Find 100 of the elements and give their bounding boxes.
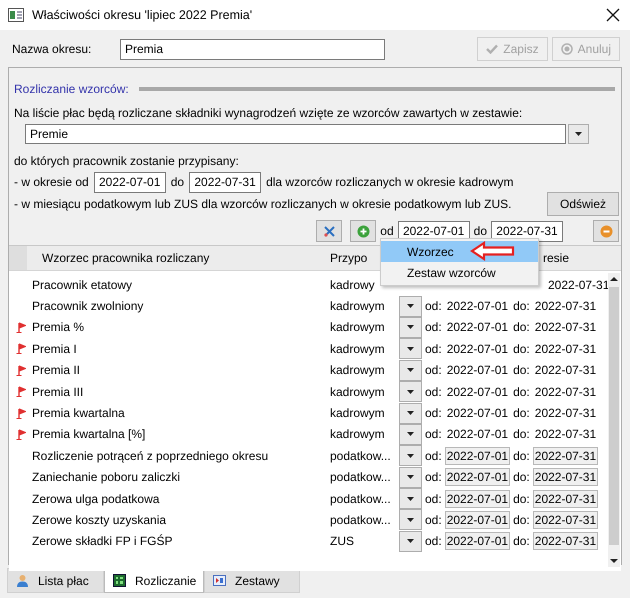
table-cell-text: 2022-07-01 — [446, 340, 510, 358]
date-label: do: — [513, 448, 530, 463]
caret-icon — [407, 411, 414, 416]
table-cell-text: Zerowe składki FP i FGŚP — [32, 534, 174, 548]
table-cell-text: 2022-07-31 — [547, 276, 610, 294]
date-label: od: — [425, 512, 442, 527]
dropdown-button[interactable] — [399, 381, 422, 402]
date-field[interactable]: 2022-07-31 — [491, 220, 563, 242]
close-icon[interactable] — [606, 8, 620, 22]
date-field[interactable]: 2022-07-01 — [444, 446, 510, 465]
dropdown-button[interactable] — [399, 424, 422, 445]
date-label: od: — [425, 299, 442, 314]
tools-button[interactable] — [316, 220, 342, 242]
dropdown-button[interactable] — [568, 124, 589, 144]
table-cell-text: Zaniechanie poboru zaliczki — [32, 470, 182, 484]
scroll-down-icon[interactable] — [610, 558, 618, 564]
date-label: od: — [425, 534, 442, 548]
window-title: Właściwości okresu 'lipiec 2022 Premia' — [32, 8, 254, 22]
info-text: do których pracownik zostanie przypisany: — [14, 154, 240, 168]
table-cell-text: 2022-07-01 — [446, 319, 510, 336]
date-label: do: — [513, 427, 530, 442]
table-cell-text: 2022-07-01 — [446, 405, 510, 422]
table-cell-text: 2022-07-01 — [446, 298, 510, 316]
table-cell-text: ZUS — [330, 534, 355, 548]
scroll-up-icon[interactable] — [610, 276, 618, 282]
date-field[interactable]: 2022-07-01 — [444, 510, 510, 529]
date-label: od: — [425, 406, 442, 420]
caret-icon — [407, 496, 414, 501]
table-cell-text: Zerowe koszty uzyskania — [32, 512, 168, 527]
grid-icon — [113, 574, 126, 587]
table-cell-text: kadrowy — [330, 278, 376, 292]
dropdown-button[interactable] — [399, 445, 422, 466]
refresh-button[interactable]: Odśwież — [546, 192, 619, 216]
info-text: dla wzorców rozliczanych w okresie kadrowym — [266, 175, 514, 189]
table-cell-text: kadrowym — [330, 427, 386, 442]
date-field[interactable]: 2022-07-31 — [532, 468, 598, 486]
table-cell-text: podatkow... — [330, 470, 392, 484]
column-header: resie — [542, 251, 569, 265]
date-label: do: — [513, 470, 530, 484]
table-cell-text: podatkow... — [330, 448, 392, 463]
date-label: do: — [513, 492, 530, 506]
table-cell-text: kadrowym — [330, 342, 386, 356]
dropdown-button[interactable] — [399, 338, 422, 360]
caret-icon — [407, 368, 414, 372]
dropdown-button[interactable] — [399, 530, 422, 552]
date-field[interactable]: 2022-07-01 — [94, 172, 166, 192]
caret-icon — [407, 454, 414, 458]
date-label: od: — [425, 427, 442, 442]
cancel-icon — [560, 43, 573, 55]
table-cell-text: 2022-07-01 — [446, 362, 510, 380]
dropdown-button[interactable] — [399, 296, 422, 317]
table-cell-text: 2022-07-31 — [534, 426, 598, 444]
date-field[interactable]: 2022-07-31 — [532, 490, 598, 508]
table-cell-text: 2022-07-31 — [534, 362, 598, 380]
date-label: do: — [513, 320, 530, 334]
date-field[interactable]: 2022-07-01 — [444, 532, 510, 550]
date-label: do: — [513, 299, 530, 314]
date-field[interactable]: 2022-07-31 — [532, 446, 598, 465]
add-button[interactable] — [350, 220, 376, 242]
date-field[interactable]: 2022-07-31 — [532, 510, 598, 529]
caret-icon — [407, 390, 414, 394]
table-cell-text: 2022-07-01 — [446, 384, 510, 401]
caret-icon — [407, 346, 414, 351]
date-field[interactable]: 2022-07-01 — [444, 490, 510, 508]
dropdown-button[interactable] — [399, 316, 422, 338]
table-cell-text: kadrowym — [330, 406, 386, 420]
scrollbar[interactable] — [608, 273, 620, 567]
date-label: od: — [425, 342, 442, 356]
caret-icon — [407, 432, 414, 436]
tools-icon — [322, 224, 336, 238]
menu-item[interactable]: Zestaw wzorców — [381, 262, 538, 283]
dropdown-button[interactable] — [399, 466, 422, 488]
date-label: od: — [425, 470, 442, 484]
date-label: do — [474, 224, 487, 238]
info-text: do — [170, 175, 184, 189]
date-label: od: — [425, 320, 442, 334]
table-cell-text: 2022-07-01 — [446, 426, 510, 444]
date-field[interactable]: 2022-07-01 — [444, 468, 510, 486]
dropdown-button[interactable] — [399, 488, 422, 510]
date-field[interactable]: 2022-07-31 — [189, 172, 262, 192]
window-icon — [8, 8, 24, 22]
name-field[interactable]: Premia — [120, 38, 385, 60]
date-label: do: — [513, 384, 530, 399]
dropdown-button[interactable] — [399, 402, 422, 424]
table-cell-text: Premia % — [32, 320, 86, 334]
dropdown-button[interactable] — [399, 360, 422, 381]
set-combo-field[interactable]: Premie — [25, 124, 566, 144]
section-title: Rozliczanie wzorców: — [14, 82, 129, 96]
info-text: - w miesiącu podatkowym lub ZUS dla wzorców rozliczanych w okresie podatkowym lub ZUS. — [14, 197, 512, 211]
table-cell-text: Premia kwartalna [%] — [32, 427, 146, 442]
date-field[interactable]: 2022-07-31 — [532, 532, 598, 550]
remove-icon — [600, 224, 612, 238]
scroll-thumb[interactable] — [609, 287, 619, 545]
table-cell-text: 2022-07-31 — [534, 298, 598, 316]
table-cell-text: kadrowym — [330, 299, 386, 314]
check-icon — [486, 44, 498, 54]
table-cell-text: kadrowym — [330, 384, 386, 399]
date-label: do: — [513, 363, 530, 378]
dropdown-button[interactable] — [399, 509, 422, 530]
date-label: od — [380, 224, 394, 238]
